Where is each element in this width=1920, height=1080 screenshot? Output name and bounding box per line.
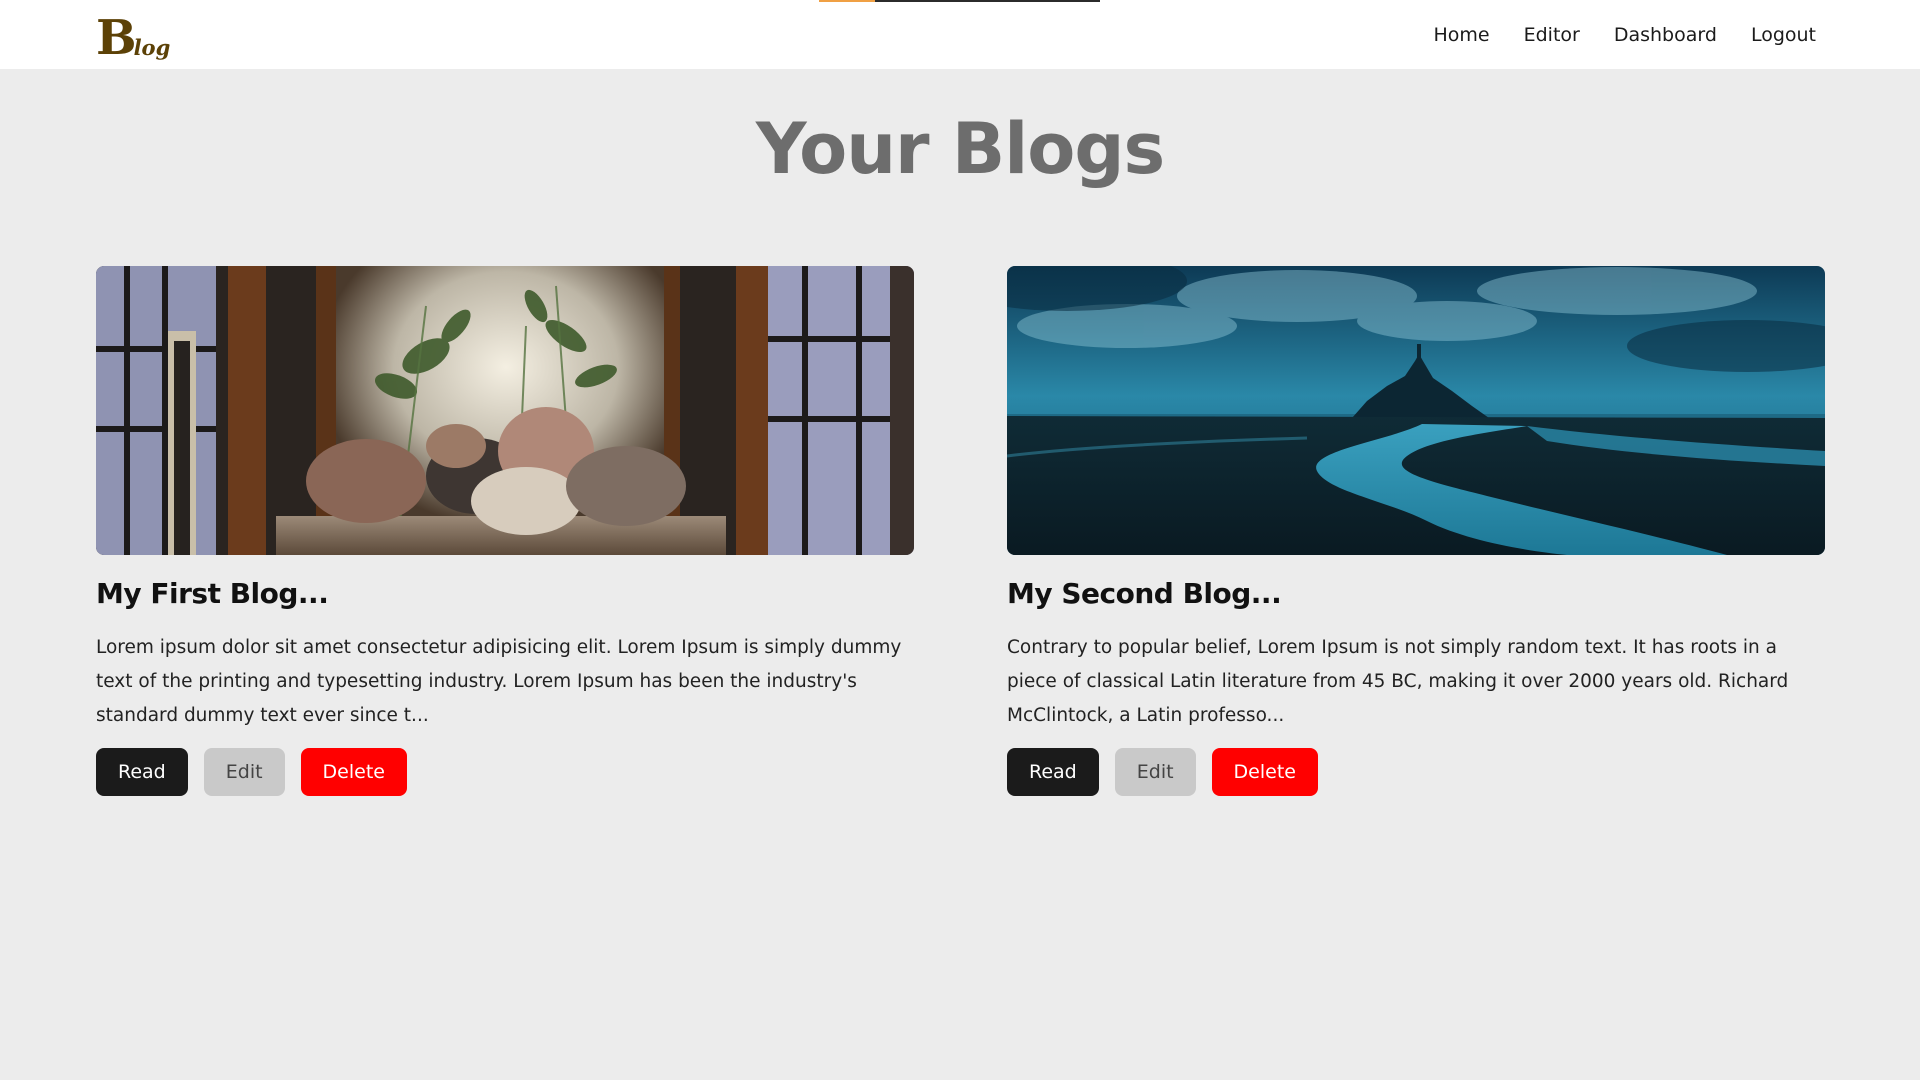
read-button[interactable]: Read [96,748,188,796]
blog-image-island-castle[interactable] [1007,266,1825,555]
blog-excerpt: Lorem ipsum dolor sit amet consectetur a… [96,637,902,726]
delete-button[interactable]: Delete [1211,748,1318,796]
blog-image-cozy-room[interactable] [96,266,914,555]
blog-actions: Read Edit Delete [96,748,914,796]
navbar: B log Home Editor Dashboard Logout [0,0,1920,69]
blog-title: My Second Blog... [1007,577,1282,610]
nav-links: Home Editor Dashboard Logout [1434,0,1817,69]
page-title: Your Blogs [755,108,1165,190]
blog-card: My Second Blog... Contrary to popular be… [1007,266,1825,796]
read-button[interactable]: Read [1007,748,1099,796]
logo-text: log [133,35,171,60]
edit-button[interactable]: Edit [203,748,285,796]
blog-title: My First Blog... [96,577,329,610]
scroll-progress-bar [819,0,1100,2]
blog-excerpt: Contrary to popular belief, Lorem Ipsum … [1007,637,1789,726]
nav-link-editor[interactable]: Editor [1524,24,1580,46]
blog-actions: Read Edit Delete [1007,748,1825,796]
edit-button[interactable]: Edit [1114,748,1196,796]
delete-button[interactable]: Delete [300,748,407,796]
logo[interactable]: B log [96,6,170,62]
nav-link-home[interactable]: Home [1434,24,1490,46]
nav-link-dashboard[interactable]: Dashboard [1614,24,1717,46]
blog-card: My First Blog... Lorem ipsum dolor sit a… [96,266,914,796]
nav-link-logout[interactable]: Logout [1751,24,1816,46]
scroll-progress-fill [819,0,876,2]
logo-letter: B [96,10,137,66]
